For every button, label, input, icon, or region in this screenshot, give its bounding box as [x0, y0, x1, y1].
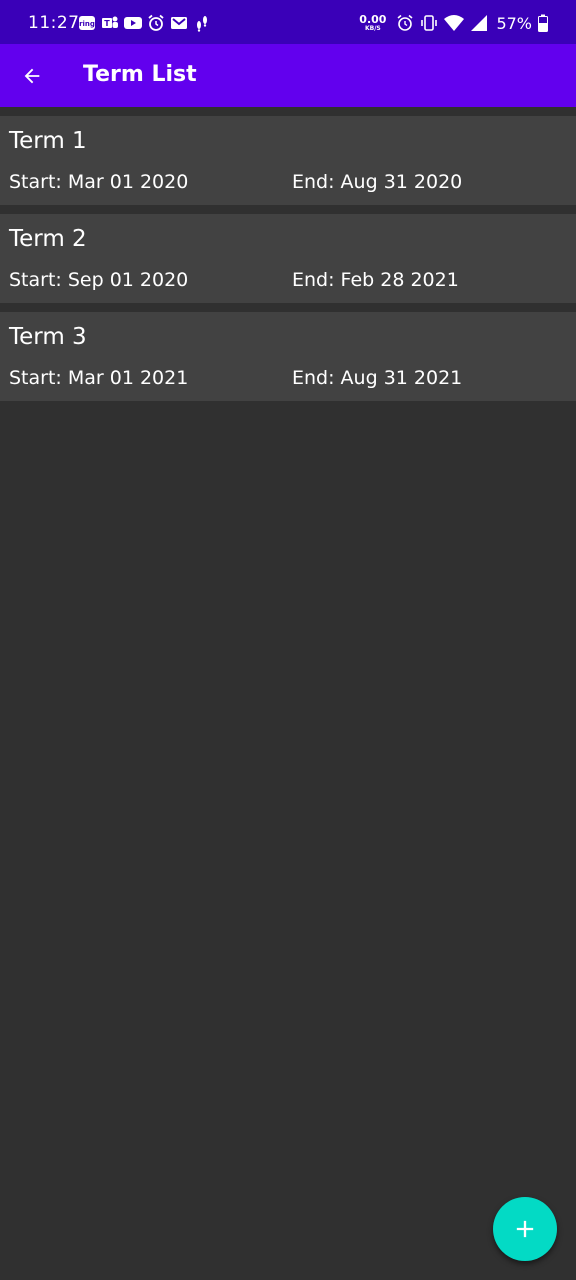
term-list-item[interactable]: Term 2 Start: Sep 01 2020 End: Feb 28 20…	[0, 214, 576, 303]
fit-icon	[197, 16, 207, 32]
system-icons: 0.00 KB/S 57%	[359, 13, 548, 33]
youtube-icon	[124, 17, 142, 29]
term-start-date: Start: Sep 01 2020	[9, 269, 189, 291]
app-bar: Term List	[0, 44, 576, 107]
svg-text:T: T	[104, 19, 110, 28]
term-start-date: Start: Mar 01 2020	[9, 171, 189, 193]
term-list-item[interactable]: Term 3 Start: Mar 01 2021 End: Aug 31 20…	[0, 312, 576, 401]
alarm-icon	[397, 14, 413, 31]
term-title: Term 1	[9, 128, 87, 154]
network-speed-unit: KB/S	[364, 25, 381, 32]
status-time: 11:27	[28, 13, 80, 33]
status-bar: 11:27 ring T 0.00 KB/S 57%	[0, 0, 576, 44]
ring-icon: ring	[79, 16, 95, 30]
network-speed: 0.00 KB/S	[359, 14, 386, 32]
wifi-icon	[444, 15, 465, 31]
term-list-item[interactable]: Term 1 Start: Mar 01 2020 End: Aug 31 20…	[0, 116, 576, 205]
page-title: Term List	[83, 62, 197, 87]
arrow-back-icon	[24, 68, 40, 84]
plus-icon	[516, 1220, 534, 1238]
network-speed-value: 0.00	[359, 13, 387, 26]
signal-icon	[471, 15, 488, 31]
battery-percent: 57%	[496, 13, 532, 33]
teams-icon: T	[102, 16, 118, 28]
term-start-date: Start: Mar 01 2021	[9, 367, 189, 389]
back-button[interactable]	[16, 60, 48, 92]
term-end-date: End: Feb 28 2021	[292, 269, 459, 291]
vibrate-icon	[421, 15, 438, 31]
gmail-icon	[171, 17, 187, 29]
svg-text:ring: ring	[79, 20, 95, 28]
term-title: Term 2	[9, 226, 87, 252]
term-end-date: End: Aug 31 2020	[292, 171, 463, 193]
battery-icon	[538, 14, 548, 32]
add-term-button[interactable]	[493, 1197, 557, 1261]
term-list: Term 1 Start: Mar 01 2020 End: Aug 31 20…	[0, 116, 576, 410]
term-end-date: End: Aug 31 2021	[292, 367, 463, 389]
term-title: Term 3	[9, 324, 87, 350]
alarm-icon	[148, 14, 164, 31]
notification-icons: ring T	[78, 14, 211, 32]
